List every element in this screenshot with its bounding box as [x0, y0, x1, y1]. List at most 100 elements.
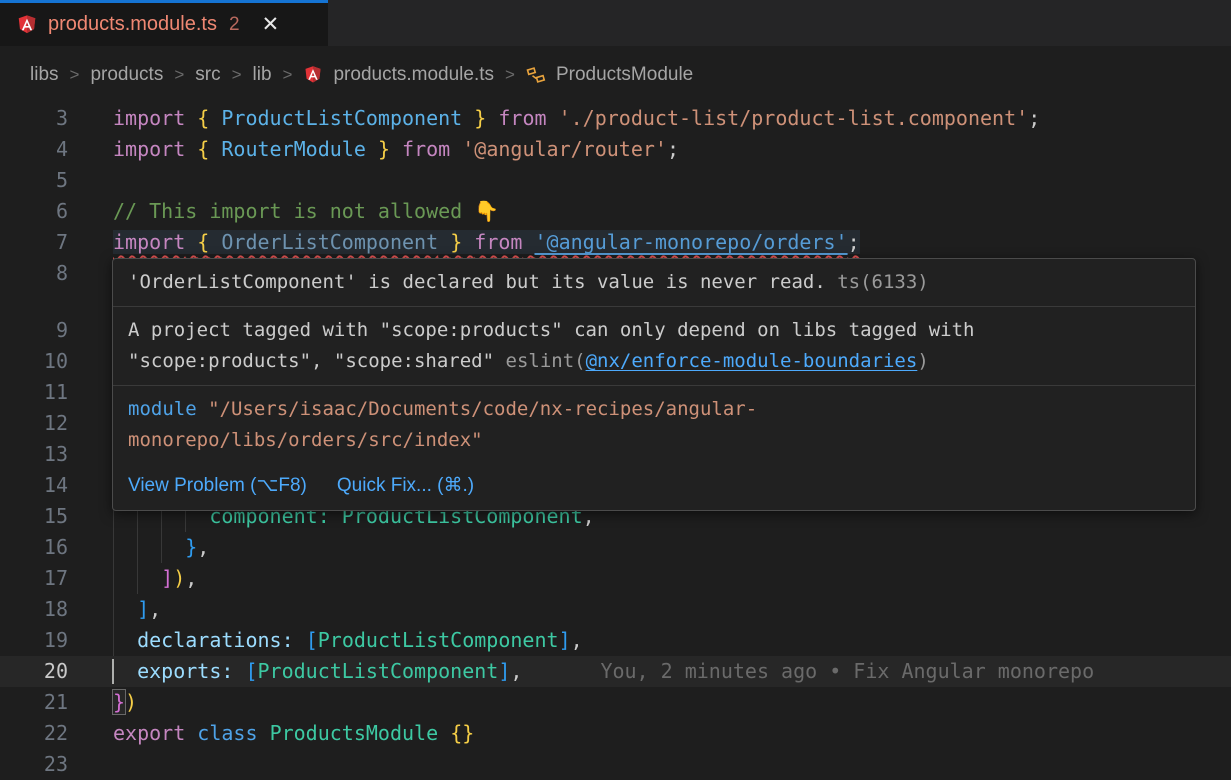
- code-line-23[interactable]: 23: [0, 749, 1231, 780]
- line-number: 10: [0, 346, 113, 377]
- code-token: ]: [498, 659, 510, 683]
- code-line-content: import { OrderListComponent } from '@ang…: [113, 227, 1231, 258]
- code-line-16[interactable]: 16 },: [0, 532, 1231, 563]
- line-number: 21: [0, 687, 113, 718]
- code-token: // This import is not allowed: [113, 199, 474, 223]
- code-token: ProductListComponent: [258, 659, 499, 683]
- code-token: [462, 230, 474, 254]
- code-token: [390, 137, 402, 161]
- view-problem-button[interactable]: View Problem (⌥F8): [128, 470, 307, 501]
- line-number: 20: [0, 656, 113, 687]
- line-number: 4: [0, 134, 113, 165]
- close-icon[interactable]: ✕: [262, 12, 280, 37]
- chevron-right-icon: >: [69, 65, 81, 85]
- code-token: ]: [161, 566, 173, 590]
- line-number: 23: [0, 749, 113, 780]
- code-token: OrderListComponent: [221, 230, 438, 254]
- code-token: [462, 106, 474, 130]
- angular-icon: [16, 14, 38, 36]
- hover-eslint-line1: A project tagged with "scope:products" c…: [128, 315, 1180, 346]
- code-token: exports:: [137, 659, 233, 683]
- breadcrumb-item-file[interactable]: products.module.ts: [333, 64, 494, 86]
- line-number: 9: [0, 315, 113, 346]
- code-token: import: [113, 106, 185, 130]
- line-number: 11: [0, 377, 113, 408]
- line-number: 19: [0, 625, 113, 656]
- code-token: ProductsModule: [270, 721, 439, 745]
- code-token: import: [113, 230, 185, 254]
- chevron-right-icon: >: [231, 65, 243, 85]
- line-number: 16: [0, 532, 113, 563]
- breadcrumb-item-libs[interactable]: libs: [30, 64, 59, 86]
- code-token: ;: [667, 137, 679, 161]
- line-number: 12: [0, 408, 113, 439]
- line-number: 5: [0, 165, 113, 196]
- eslint-rule-link[interactable]: @nx/enforce-module-boundaries: [586, 350, 918, 372]
- code-token: ]: [137, 597, 149, 621]
- symbol-class-icon: [526, 65, 546, 85]
- code-token: [209, 137, 221, 161]
- line-number: 18: [0, 594, 113, 625]
- code-line-content: import { RouterModule } from '@angular/r…: [113, 134, 1231, 165]
- code-line-5[interactable]: 5: [0, 165, 1231, 196]
- code-line-content: declarations: [ProductListComponent],: [113, 625, 1231, 656]
- code-line-6[interactable]: 6// This import is not allowed 👇: [0, 196, 1231, 227]
- quick-fix-button[interactable]: Quick Fix... (⌘.): [337, 470, 474, 501]
- code-line-content: [113, 165, 1231, 196]
- hover-module-path2: monorepo/libs/orders/src/index": [128, 425, 1180, 456]
- code-line-21[interactable]: 21}): [0, 687, 1231, 718]
- code-token: [450, 137, 462, 161]
- code-token: [258, 721, 270, 745]
- line-number: 15: [0, 501, 113, 532]
- code-token: [209, 230, 221, 254]
- tab-products-module[interactable]: products.module.ts 2 ✕: [0, 0, 328, 46]
- code-token: ;: [848, 230, 860, 254]
- code-token: [113, 535, 185, 559]
- code-token: ,: [571, 628, 583, 652]
- code-line-4[interactable]: 4import { RouterModule } from '@angular/…: [0, 134, 1231, 165]
- code-token: from: [474, 230, 522, 254]
- code-token: ProductListComponent: [318, 628, 559, 652]
- code-token: ): [125, 690, 137, 714]
- code-token: export: [113, 721, 185, 745]
- code-token: '@angular-monorepo/orders': [535, 230, 848, 254]
- code-token: [113, 659, 137, 683]
- line-number: 14: [0, 470, 113, 501]
- hover-module-info: module "/Users/isaac/Documents/code/nx-r…: [113, 385, 1195, 464]
- hover-module-path1: "/Users/isaac/Documents/code/nx-recipes/…: [197, 398, 758, 420]
- code-token: [522, 230, 534, 254]
- code-line-3[interactable]: 3import { ProductListComponent } from '.…: [0, 103, 1231, 134]
- line-number: 8: [0, 258, 113, 315]
- hover-eslint-line2: "scope:products", "scope:shared" eslint(…: [128, 346, 1180, 377]
- code-line-22[interactable]: 22export class ProductsModule {}: [0, 718, 1231, 749]
- code-token: [294, 628, 306, 652]
- code-line-7[interactable]: 7import { OrderListComponent } from '@an…: [0, 227, 1231, 258]
- chevron-right-icon: >: [504, 65, 516, 85]
- code-token: ,: [185, 566, 197, 590]
- code-line-19[interactable]: 19 declarations: [ProductListComponent],: [0, 625, 1231, 656]
- breadcrumb-item-products[interactable]: products: [90, 64, 163, 86]
- code-token: ,: [197, 535, 209, 559]
- code-token: [209, 106, 221, 130]
- hover-action-bar: View Problem (⌥F8) Quick Fix... (⌘.): [113, 464, 1195, 510]
- code-token: {: [197, 106, 209, 130]
- code-line-content: // This import is not allowed 👇: [113, 196, 1231, 227]
- code-line-18[interactable]: 18 ],: [0, 594, 1231, 625]
- code-token: ,: [510, 659, 522, 683]
- breadcrumb-item-lib[interactable]: lib: [253, 64, 272, 86]
- line-number: 22: [0, 718, 113, 749]
- code-token: [486, 106, 498, 130]
- code-line-17[interactable]: 17 ]),: [0, 563, 1231, 594]
- code-token: [547, 106, 559, 130]
- line-number: 6: [0, 196, 113, 227]
- angular-icon: [303, 65, 323, 85]
- breadcrumb-item-src[interactable]: src: [195, 64, 220, 86]
- code-token: ): [173, 566, 185, 590]
- code-token: [185, 230, 197, 254]
- code-line-20[interactable]: 20 exports: [ProductListComponent],You, …: [0, 656, 1231, 687]
- code-token: class: [197, 721, 257, 745]
- tab-bar: products.module.ts 2 ✕: [0, 0, 1231, 46]
- line-number: 17: [0, 563, 113, 594]
- breadcrumb-item-symbol[interactable]: ProductsModule: [556, 64, 693, 86]
- hover-eslint-line2-text: "scope:products", "scope:shared": [128, 350, 506, 372]
